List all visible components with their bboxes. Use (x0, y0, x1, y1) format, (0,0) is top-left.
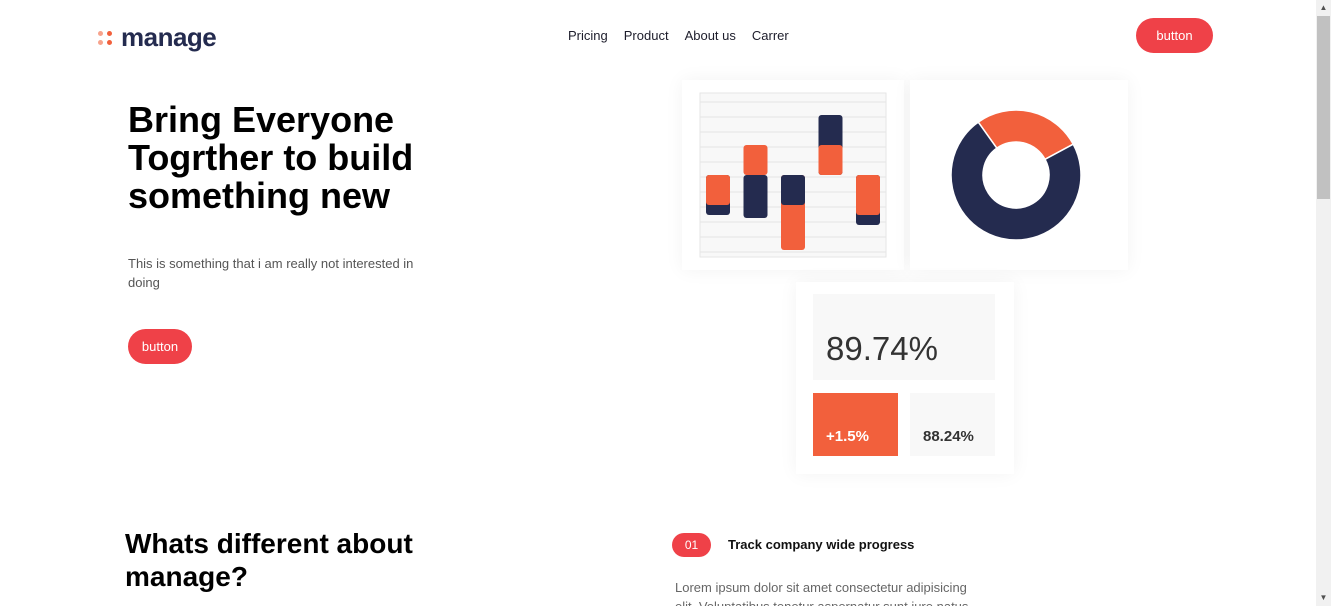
stat-change-value: +1.5% (826, 428, 869, 445)
bar-navy-3 (781, 175, 805, 205)
stat-change-box: +1.5% (813, 393, 898, 456)
nav-carrer[interactable]: Carrer (752, 28, 789, 43)
stat-secondary-value: 88.24% (923, 428, 974, 445)
scroll-up-arrow-icon[interactable]: ▲ (1316, 0, 1331, 16)
stat-main-box: 89.74% (813, 294, 995, 380)
main-nav: Pricing Product About us Carrer (568, 28, 789, 43)
nav-pricing[interactable]: Pricing (568, 28, 608, 43)
bar-orange-5 (856, 175, 880, 215)
hero-button[interactable]: button (128, 329, 192, 364)
bar-orange-1 (706, 175, 730, 205)
step-number-badge: 01 (672, 533, 711, 557)
nav-product[interactable]: Product (624, 28, 669, 43)
donut-chart-card (910, 80, 1128, 270)
nav-about-us[interactable]: About us (685, 28, 736, 43)
stat-secondary-box: 88.24% (910, 393, 995, 456)
hero-subtitle: This is something that i am really not i… (128, 256, 414, 290)
scroll-down-arrow-icon[interactable]: ▼ (1316, 590, 1331, 606)
scrollbar-thumb[interactable] (1317, 16, 1330, 199)
step-text: Lorem ipsum dolor sit amet consectetur a… (675, 580, 968, 606)
step-title: Track company wide progress (728, 537, 915, 552)
brand-logo[interactable]: manage (98, 22, 217, 53)
page-scrollbar[interactable]: ▲ ▼ (1316, 0, 1331, 606)
donut-chart (950, 109, 1082, 241)
stat-main-value: 89.74% (826, 330, 938, 367)
bar-chart (699, 92, 887, 258)
bar-chart-card (682, 80, 904, 270)
brand-name: manage (121, 22, 217, 52)
section-title: Whats different about manage? (125, 528, 413, 592)
bar-orange-2 (743, 145, 768, 175)
header-button[interactable]: button (1136, 18, 1213, 53)
logo-dots-icon (98, 30, 112, 45)
bar-orange-4 (818, 145, 843, 175)
bar-navy-2 (743, 175, 768, 218)
hero-title: Bring Everyone Togrther to build somethi… (128, 99, 414, 216)
